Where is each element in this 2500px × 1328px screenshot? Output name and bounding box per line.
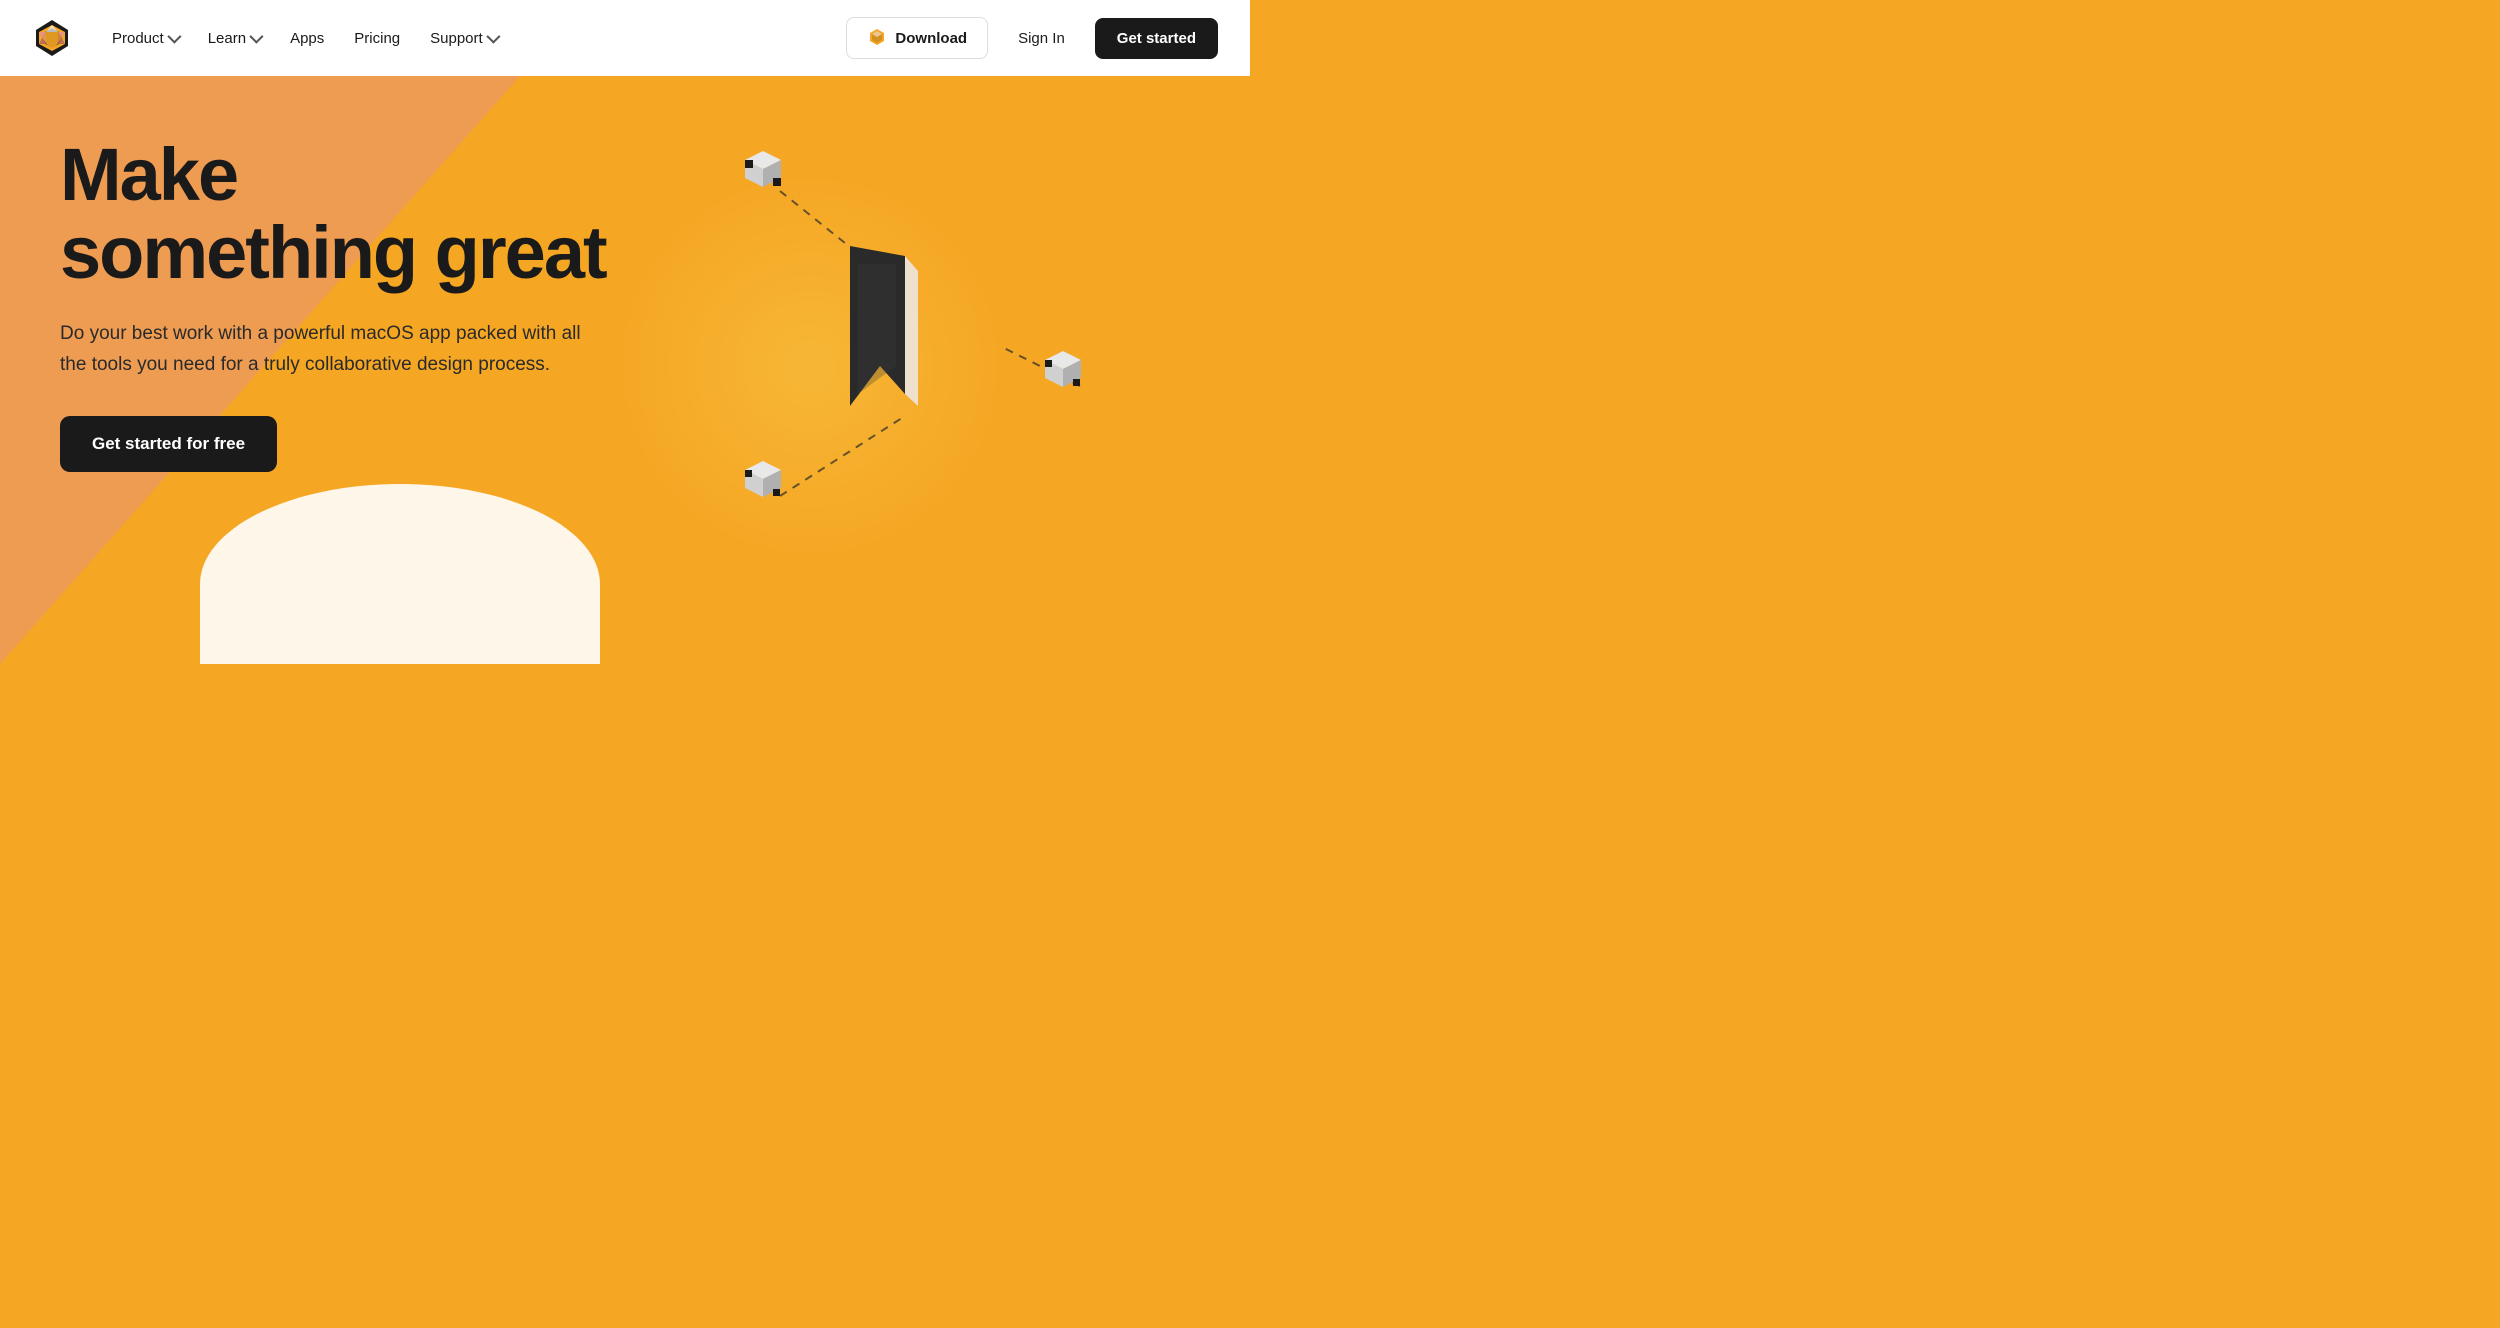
get-started-nav-label: Get started bbox=[1117, 30, 1196, 47]
nav-apps-label: Apps bbox=[290, 30, 324, 47]
nav-actions: Download Sign In Get started bbox=[846, 17, 1218, 59]
hero-section: Make something great Do your best work w… bbox=[0, 76, 1250, 664]
sketch-logo-icon bbox=[32, 18, 72, 58]
nav-product[interactable]: Product bbox=[100, 22, 190, 55]
nav-learn[interactable]: Learn bbox=[196, 22, 272, 55]
nav-links: Product Learn Apps Pricing Support bbox=[100, 22, 846, 55]
navbar: Product Learn Apps Pricing Support Downl… bbox=[0, 0, 1250, 76]
nav-support[interactable]: Support bbox=[418, 22, 509, 55]
download-button[interactable]: Download bbox=[846, 17, 988, 59]
hero-subtext: Do your best work with a powerful macOS … bbox=[60, 319, 600, 380]
nav-support-label: Support bbox=[430, 30, 483, 47]
hero-content: Make something great Do your best work w… bbox=[60, 136, 606, 472]
logo[interactable] bbox=[32, 18, 72, 58]
signin-button[interactable]: Sign In bbox=[1000, 20, 1083, 57]
hero-headline-line2: something great bbox=[60, 211, 606, 294]
hero-headline-line1: Make bbox=[60, 133, 237, 216]
nav-pricing[interactable]: Pricing bbox=[342, 22, 412, 55]
hero-headline: Make something great bbox=[60, 136, 606, 291]
signin-label: Sign In bbox=[1018, 30, 1065, 47]
hero-cta-label: Get started for free bbox=[92, 434, 245, 453]
get-started-hero-button[interactable]: Get started for free bbox=[60, 416, 277, 472]
nav-apps[interactable]: Apps bbox=[278, 22, 336, 55]
nav-product-label: Product bbox=[112, 30, 164, 47]
chevron-down-icon bbox=[486, 30, 500, 44]
chevron-down-icon bbox=[167, 30, 181, 44]
download-label: Download bbox=[895, 30, 967, 47]
nav-pricing-label: Pricing bbox=[354, 30, 400, 47]
get-started-nav-button[interactable]: Get started bbox=[1095, 18, 1218, 59]
hero-illustration bbox=[690, 96, 1190, 656]
chevron-down-icon bbox=[249, 30, 263, 44]
nav-learn-label: Learn bbox=[208, 30, 246, 47]
sketch-small-icon bbox=[867, 28, 887, 48]
cursor-illustration bbox=[690, 96, 1190, 656]
